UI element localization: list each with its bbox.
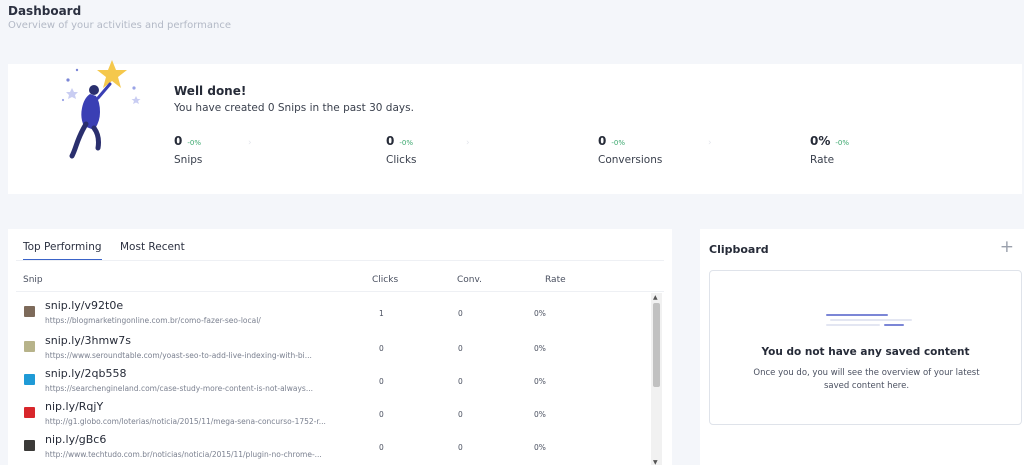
clicks-cell: 0: [379, 344, 384, 353]
metric-conversions: 0 -0% Conversions: [598, 130, 662, 166]
rate-cell: 0%: [534, 344, 546, 353]
site-favicon-icon: [24, 440, 35, 451]
table-row[interactable]: nip.ly/gBc6 http://www.techtudo.com.br/n…: [8, 433, 648, 465]
metric-label: Clicks: [386, 154, 417, 166]
metric-label: Rate: [810, 154, 835, 166]
clipboard-empty-state: You do not have any saved content Once y…: [709, 270, 1022, 425]
scrollbar-thumb[interactable]: [653, 303, 660, 387]
conv-cell: 0: [458, 377, 463, 386]
page-title: Dashboard: [8, 4, 82, 18]
table-row[interactable]: snip.ly/3hmw7s https://www.seroundtable.…: [8, 334, 648, 367]
metric-delta: -0%: [399, 139, 413, 147]
chevron-right-icon: ›: [248, 138, 252, 148]
site-favicon-icon: [24, 306, 35, 317]
column-header-snip[interactable]: Snip: [23, 275, 43, 285]
metric-clicks: 0 -0% Clicks: [386, 130, 417, 166]
clicks-cell: 1: [379, 309, 384, 318]
conv-cell: 0: [458, 309, 463, 318]
summary-card: Well done! You have created 0 Snips in t…: [8, 60, 1022, 194]
empty-state-text: Once you do, you will see the overview o…: [753, 368, 980, 391]
rate-cell: 0%: [534, 443, 546, 452]
clipboard-title: Clipboard: [709, 243, 769, 256]
page-subtitle: Overview of your activities and performa…: [8, 20, 232, 31]
welcome-text: You have created 0 Snips in the past 30 …: [174, 102, 414, 114]
table-scrollbar[interactable]: ▲ ▼: [651, 293, 662, 465]
snip-url: http://g1.globo.com/loterias/noticia/201…: [45, 417, 326, 426]
snip-url: https://www.seroundtable.com/yoast-seo-t…: [45, 351, 312, 360]
metric-value: 0%: [810, 134, 831, 148]
scroll-down-icon[interactable]: ▼: [653, 459, 658, 465]
plus-icon[interactable]: +: [1000, 237, 1014, 257]
rate-cell: 0%: [534, 377, 546, 386]
snip-link[interactable]: snip.ly/2qb558: [45, 367, 126, 380]
rate-cell: 0%: [534, 410, 546, 419]
table-row[interactable]: snip.ly/v92t0e https://blogmarketingonli…: [8, 299, 648, 332]
chevron-right-icon: ›: [708, 138, 712, 148]
snip-link[interactable]: snip.ly/3hmw7s: [45, 334, 131, 347]
column-header-conv[interactable]: Conv.: [457, 275, 482, 285]
snips-table-card: Top Performing Most Recent Snip Clicks C…: [8, 229, 672, 465]
snip-link[interactable]: snip.ly/v92t0e: [45, 299, 123, 312]
chevron-right-icon: ›: [466, 138, 470, 148]
snip-url: https://searchengineland.com/case-study-…: [45, 384, 313, 393]
metric-delta: -0%: [835, 139, 850, 147]
column-header-rate[interactable]: Rate: [545, 275, 566, 285]
empty-state-title: You do not have any saved content: [761, 346, 970, 358]
table-row[interactable]: snip.ly/2qb558 https://searchengineland.…: [8, 367, 648, 400]
clipboard-card: Clipboard + You do not have any saved co…: [700, 229, 1024, 465]
metric-snips: 0 -0% Snips: [174, 130, 202, 166]
sel-favicon-icon: [24, 374, 35, 385]
metric-delta: -0%: [611, 139, 625, 147]
column-header-clicks[interactable]: Clicks: [372, 275, 398, 285]
clicks-cell: 0: [379, 377, 384, 386]
clicks-cell: 0: [379, 410, 384, 419]
g1-favicon-icon: [24, 407, 35, 418]
conv-cell: 0: [458, 410, 463, 419]
tab-divider: [16, 260, 664, 261]
empty-lines-icon: [826, 314, 912, 326]
scroll-up-icon[interactable]: ▲: [653, 294, 658, 301]
snip-link[interactable]: nip.ly/RqjY: [45, 400, 103, 413]
header-divider: [16, 291, 664, 292]
welcome-title: Well done!: [174, 84, 247, 98]
clicks-cell: 0: [379, 443, 384, 452]
metric-value: 0: [386, 134, 395, 148]
metric-value: 0: [174, 134, 183, 148]
metric-value: 0: [598, 134, 607, 148]
conv-cell: 0: [458, 344, 463, 353]
table-row[interactable]: nip.ly/RqjY http://g1.globo.com/loterias…: [8, 400, 648, 433]
snip-url: https://blogmarketingonline.com.br/como-…: [45, 316, 261, 325]
tab-top-performing[interactable]: Top Performing: [23, 241, 102, 261]
tab-most-recent[interactable]: Most Recent: [120, 241, 185, 259]
metric-delta: -0%: [187, 139, 201, 147]
conv-cell: 0: [458, 443, 463, 452]
metric-label: Conversions: [598, 154, 663, 166]
woman-reaching-star-illustration: [61, 60, 141, 159]
snip-link[interactable]: nip.ly/gBc6: [45, 433, 106, 446]
rate-cell: 0%: [534, 309, 546, 318]
metric-rate: 0% -0% Rate: [810, 130, 849, 166]
site-favicon-icon: [24, 341, 35, 352]
snip-url: http://www.techtudo.com.br/noticias/noti…: [45, 450, 322, 459]
metric-label: Snips: [174, 154, 203, 166]
